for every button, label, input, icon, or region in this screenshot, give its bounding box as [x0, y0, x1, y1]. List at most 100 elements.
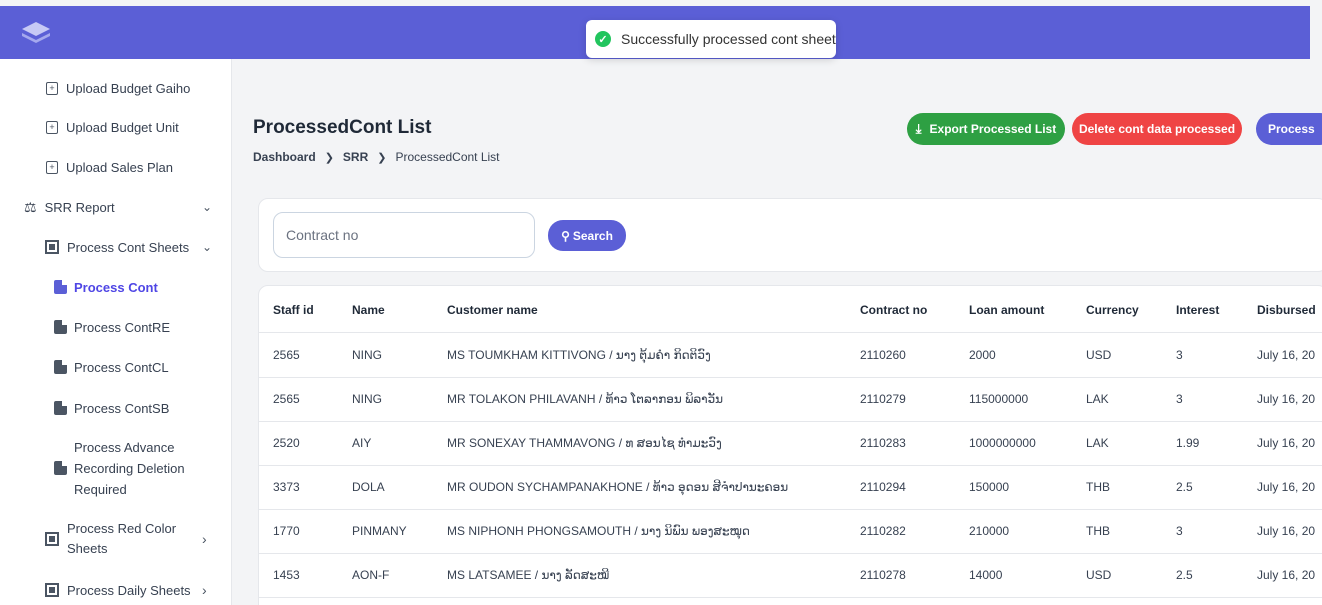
breadcrumb-dashboard[interactable]: Dashboard — [253, 150, 316, 164]
column-header-interest[interactable]: Interest — [1176, 303, 1219, 317]
sidebar-item-label: Process Cont — [74, 279, 158, 295]
column-header-name[interactable]: Name — [352, 303, 385, 317]
file-upload-icon: + — [46, 81, 58, 95]
processed-cont-table — [258, 285, 1322, 605]
table-cell-currency: USD — [1086, 568, 1112, 582]
table-divider — [258, 465, 1322, 466]
delete-cont-data-button[interactable]: Delete cont data processed — [1072, 113, 1242, 145]
column-header-loan-amount[interactable]: Loan amount — [969, 303, 1044, 317]
sidebar-item-process-advance[interactable]: Process Advance Recording Deletion Requi… — [0, 437, 232, 499]
frame-icon — [45, 583, 59, 597]
table-cell-disbursed: July 16, 20 — [1257, 524, 1316, 538]
table-cell-contract-no: 2110294 — [860, 480, 906, 494]
table-cell-customer-name: MR SONEXAY THAMMAVONG / ທ ສອນໄຊ ທຳມະວົງ — [447, 436, 722, 450]
table-cell-loan-amount: 210000 — [969, 524, 1010, 538]
button-label: Export Processed List — [929, 122, 1057, 136]
table-divider — [258, 553, 1322, 554]
sidebar-item-label-group: Process Advance Recording Deletion Requi… — [74, 437, 185, 500]
sidebar-item-process-cont[interactable]: Process Cont — [0, 277, 232, 297]
column-header-staff-id[interactable]: Staff id — [273, 303, 314, 317]
table-cell-loan-amount: 2000 — [969, 348, 996, 362]
download-icon: ⤓ — [915, 121, 922, 136]
table-cell-currency: LAK — [1086, 436, 1109, 450]
table-cell-staff-id: 3373 — [273, 480, 300, 494]
frame-icon — [45, 532, 59, 546]
app-logo-icon[interactable] — [22, 22, 50, 44]
table-cell-interest: 2.5 — [1176, 480, 1193, 494]
search-icon: ⚲ — [561, 228, 570, 243]
table-cell-staff-id: 2565 — [273, 392, 300, 406]
sidebar-item-process-cont-sheets[interactable]: Process Cont Sheets ⌄ — [0, 237, 232, 257]
table-cell-interest: 3 — [1176, 524, 1183, 538]
file-upload-icon: + — [46, 160, 58, 174]
contract-no-search-input[interactable] — [273, 212, 535, 258]
table-cell-currency: LAK — [1086, 392, 1109, 406]
table-cell-name: AIY — [352, 436, 372, 450]
table-cell-currency: THB — [1086, 480, 1110, 494]
table-divider — [258, 332, 1322, 333]
chevron-right-icon: › — [202, 531, 207, 547]
table-divider — [258, 377, 1322, 378]
table-cell-staff-id: 2520 — [273, 436, 300, 450]
sidebar-item-label: SRR Report — [44, 199, 115, 215]
chevron-down-icon: ⌄ — [202, 200, 213, 214]
sidebar-item-label: Process ContRE — [74, 319, 171, 335]
column-header-customer-name[interactable]: Customer name — [447, 303, 538, 317]
table-cell-customer-name: MS NIPHONH PHONGSAMOUTH / ນາງ ນິພົນ ພອງສ… — [447, 524, 750, 538]
process-button[interactable]: Process — [1256, 113, 1322, 145]
table-cell-interest: 1.99 — [1176, 436, 1200, 450]
sidebar-item-srr-report[interactable]: ⚖ SRR Report ⌄ — [0, 197, 232, 217]
sidebar-item-upload-sales-plan[interactable]: + Upload Sales Plan — [0, 157, 232, 177]
sidebar-item-label: Required — [74, 481, 127, 497]
sidebar-item-upload-budget-gaiho[interactable]: + Upload Budget Gaiho — [0, 78, 232, 98]
table-cell-contract-no: 2110283 — [860, 436, 906, 450]
table-cell-loan-amount: 115000000 — [969, 392, 1029, 406]
table-cell-loan-amount: 14000 — [969, 568, 1003, 582]
document-icon — [54, 320, 67, 334]
sidebar-item-label: Upload Budget Unit — [66, 119, 179, 135]
table-cell-interest: 2.5 — [1176, 568, 1193, 582]
table-divider — [258, 509, 1322, 510]
check-circle-icon: ✓ — [595, 31, 611, 47]
sidebar-item-label: Upload Sales Plan — [66, 159, 173, 175]
table-cell-customer-name: MR OUDON SYCHAMPANAKHONE / ທ້າວ ອຸດອນ ສີ… — [447, 480, 789, 494]
sidebar-item-label: Upload Budget Gaiho — [66, 80, 191, 96]
table-cell-disbursed: July 16, 20 — [1257, 392, 1316, 406]
sidebar-item-upload-budget-unit[interactable]: + Upload Budget Unit — [0, 117, 232, 137]
document-icon — [54, 461, 67, 475]
table-cell-customer-name: MR TOLAKON PHILAVANH / ທ້າວ ໂຕລາກອນ ພິລາ… — [447, 392, 724, 406]
sidebar-item-label: Process Advance — [74, 439, 175, 455]
button-label: Process — [1268, 122, 1315, 136]
table-cell-loan-amount: 150000 — [969, 480, 1010, 494]
table-cell-disbursed: July 16, 20 — [1257, 348, 1316, 362]
table-cell-customer-name: MS TOUMKHAM KITTIVONG / ນາງ ຕຸ້ມຄຳ ກິດຕິ… — [447, 348, 711, 362]
table-divider — [258, 421, 1322, 422]
table-cell-name: NING — [352, 392, 382, 406]
table-cell-interest: 3 — [1176, 348, 1183, 362]
table-cell-staff-id: 2565 — [273, 348, 300, 362]
chevron-right-icon: ❯ — [324, 151, 334, 164]
document-icon — [54, 401, 67, 415]
document-icon — [54, 360, 67, 374]
table-cell-customer-name: MS LATSAMEE / ນາງ ລັດສະໝີ — [447, 568, 610, 582]
sidebar-item-label: Process Daily Sheets — [67, 582, 191, 598]
sidebar-item-process-contre[interactable]: Process ContRE — [0, 317, 232, 337]
table-cell-staff-id: 1770 — [273, 524, 300, 538]
column-header-currency[interactable]: Currency — [1086, 303, 1139, 317]
sidebar-item-process-red-color-sheets[interactable]: Process Red Color Sheets › — [0, 518, 232, 560]
sidebar-item-process-daily-sheets[interactable]: Process Daily Sheets › — [0, 580, 232, 600]
breadcrumb-current: ProcessedCont List — [395, 150, 500, 164]
table-cell-contract-no: 2110279 — [860, 392, 906, 406]
table-cell-interest: 3 — [1176, 392, 1183, 406]
column-header-disbursed[interactable]: Disbursed — [1257, 303, 1316, 317]
search-button[interactable]: ⚲ Search — [548, 220, 626, 251]
sidebar-item-process-contsb[interactable]: Process ContSB — [0, 398, 232, 418]
table-cell-contract-no: 2110260 — [860, 348, 906, 362]
export-processed-list-button[interactable]: ⤓ Export Processed List — [907, 113, 1065, 145]
sidebar-item-process-contcl[interactable]: Process ContCL — [0, 357, 232, 377]
sidebar-item-label: Process ContSB — [74, 400, 170, 416]
sidebar-item-label: Process Red Color — [67, 521, 177, 536]
success-toast: ✓ Successfully processed cont sheet — [586, 20, 836, 58]
breadcrumb-srr[interactable]: SRR — [343, 150, 368, 164]
column-header-contract-no[interactable]: Contract no — [860, 303, 927, 317]
